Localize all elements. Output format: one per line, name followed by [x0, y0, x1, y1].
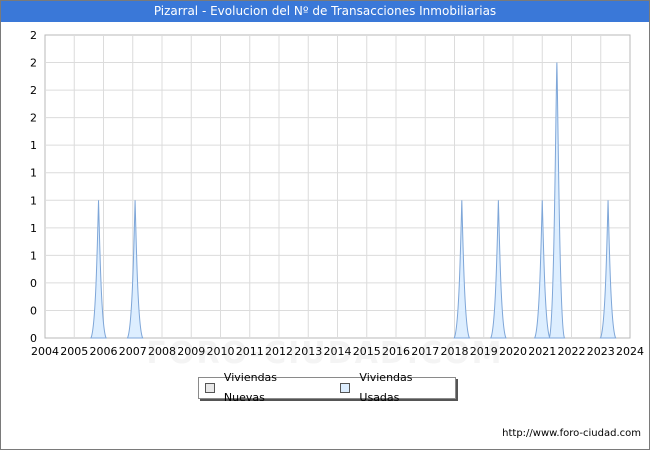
x-tick-label: 2020	[499, 345, 527, 358]
x-tick-label: 2018	[441, 345, 469, 358]
x-tick-label: 2022	[558, 345, 586, 358]
legend-swatch-usadas	[340, 383, 351, 393]
y-tick-label: 1	[30, 249, 37, 262]
x-tick-label: 2014	[324, 345, 352, 358]
source-url: http://www.foro-ciudad.com	[502, 428, 641, 439]
y-tick-label: 1	[30, 167, 37, 180]
x-tick-label: 2005	[60, 345, 88, 358]
y-tick-label: 2	[30, 84, 37, 97]
x-tick-label: 2019	[470, 345, 498, 358]
x-tick-label: 2024	[616, 345, 644, 358]
legend-label-nuevas: Viviendas Nuevas	[223, 371, 278, 404]
x-tick-label: 2007	[119, 345, 147, 358]
y-tick-label: 1	[30, 139, 37, 152]
y-tick-label: 1	[30, 222, 37, 235]
y-tick-label: 2	[30, 57, 37, 70]
y-tick-label: 1	[30, 194, 37, 207]
y-tick-label: 0	[30, 304, 37, 317]
x-tick-label: 2012	[265, 345, 293, 358]
legend-swatch-nuevas	[205, 383, 215, 393]
x-tick-label: 2016	[382, 345, 410, 358]
legend-item-usadas: Viviendas Usadas	[340, 368, 455, 408]
x-tick-label: 2006	[90, 345, 118, 358]
legend-item-nuevas: Viviendas Nuevas	[205, 368, 320, 408]
x-tick-label: 2004	[31, 345, 59, 358]
x-tick-label: 2023	[587, 345, 615, 358]
legend-label-usadas: Viviendas Usadas	[359, 371, 413, 404]
x-tick-label: 2017	[411, 345, 439, 358]
x-tick-label: 2011	[236, 345, 264, 358]
x-tick-label: 2009	[177, 345, 205, 358]
x-tick-label: 2021	[528, 345, 556, 358]
y-tick-label: 2	[30, 112, 37, 125]
y-tick-labels: 0 0 0 1 1 1 1 1 2 2 2 2	[30, 29, 37, 345]
x-tick-label: 2010	[207, 345, 235, 358]
x-tick-labels: 2004 2005 2006 2007 2008 2009 2010 2011 2012 2013…	[31, 345, 644, 358]
legend: Viviendas Nuevas Viviendas Usadas	[198, 371, 456, 404]
y-tick-label: 0	[30, 277, 37, 290]
x-tick-label: 2008	[148, 345, 176, 358]
y-tick-label: 2	[30, 29, 37, 42]
x-tick-label: 2013	[294, 345, 322, 358]
x-tick-label: 2015	[353, 345, 381, 358]
y-tick-label: 0	[30, 332, 37, 345]
